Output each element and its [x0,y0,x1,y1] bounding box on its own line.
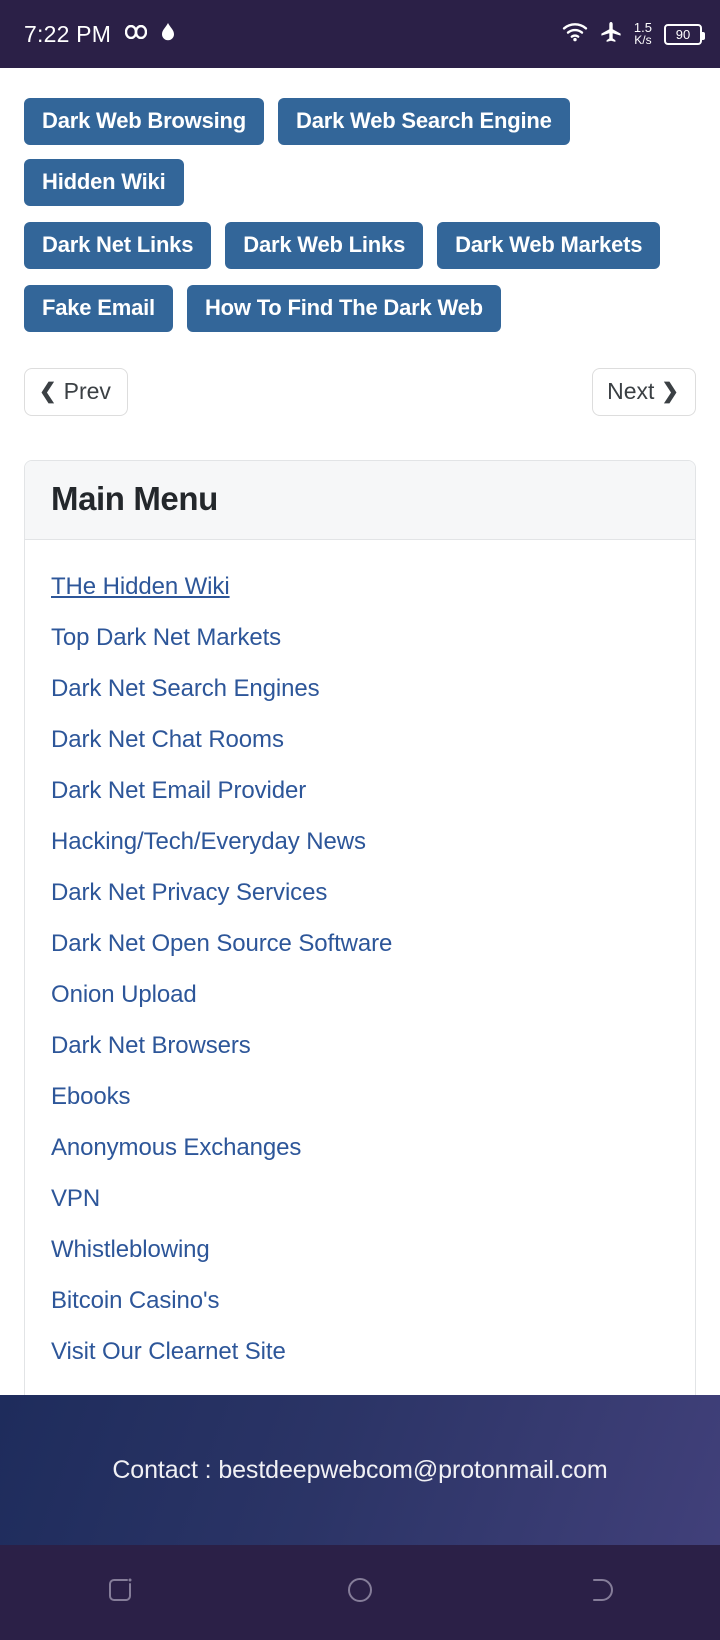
nav-button-row-3: Fake Email How To Find The Dark Web [24,285,696,332]
menu-link-top-dark-net-markets[interactable]: Top Dark Net Markets [51,613,669,664]
nav-button-fake-email[interactable]: Fake Email [24,285,173,332]
nav-button-dark-web-browsing[interactable]: Dark Web Browsing [24,98,265,145]
nav-button-dark-web-markets[interactable]: Dark Web Markets [437,222,661,269]
home-icon [343,1573,377,1612]
status-time: 7:22 PM [24,20,112,47]
nav-button-dark-web-search-engine[interactable]: Dark Web Search Engine [278,98,570,145]
prev-page-label: Prev [63,378,111,404]
main-menu-list: THe Hidden Wiki Top Dark Net Markets Dar… [25,540,695,1404]
menu-link-ebooks[interactable]: Ebooks [51,1072,669,1123]
menu-link-whistleblowing[interactable]: Whistleblowing [51,1225,669,1276]
wifi-icon [562,22,588,47]
network-speed-indicator: 1.5 K/s [633,19,652,47]
nav-button-groups: Dark Web Browsing Dark Web Search Engine… [24,90,696,332]
site-footer: Contact : bestdeepwebcom@protonmail.com [0,1395,720,1545]
next-page-label: Next [607,378,655,404]
battery-indicator: 90 [664,23,705,45]
nav-button-dark-web-links[interactable]: Dark Web Links [225,222,424,269]
nav-button-dark-net-links[interactable]: Dark Net Links [24,222,212,269]
menu-link-onion-upload[interactable]: Onion Upload [51,970,669,1021]
network-speed-value: 1.5 [633,19,652,35]
status-bar: 7:22 PM 1.5 K/s 90 [0,0,720,68]
glasses-icon [124,24,148,44]
battery-level-text: 90 [675,26,691,42]
recent-apps-button[interactable] [0,1545,240,1640]
page-content: Dark Web Browsing Dark Web Search Engine… [0,68,720,1406]
prev-page-button[interactable]: ❮ Prev [24,368,128,416]
contact-text: Contact : bestdeepwebcom@protonmail.com [112,1455,608,1484]
pagination: ❮ Prev Next ❯ [24,368,696,416]
system-navigation-bar [0,1545,720,1640]
nav-button-how-to-find-the-dark-web[interactable]: How To Find The Dark Web [186,285,501,332]
chevron-right-icon: ❯ [661,380,679,403]
menu-link-bitcoin-casinos[interactable]: Bitcoin Casino's [51,1276,669,1327]
page-title: Main Menu [51,480,218,517]
nav-button-hidden-wiki[interactable]: Hidden Wiki [24,159,184,206]
chevron-left-icon: ❮ [39,380,57,403]
main-menu-header: Main Menu [25,461,695,541]
menu-link-dark-net-chat-rooms[interactable]: Dark Net Chat Rooms [51,715,669,766]
menu-link-the-hidden-wiki[interactable]: THe Hidden Wiki [51,562,669,613]
menu-link-dark-net-email-provider[interactable]: Dark Net Email Provider [51,766,669,817]
droplet-icon [161,22,175,47]
back-icon [583,1573,617,1612]
menu-link-vpn[interactable]: VPN [51,1174,669,1225]
nav-button-row-2: Dark Net Links Dark Web Links Dark Web M… [24,222,696,269]
airplane-mode-icon [600,21,622,48]
nav-button-row-1: Dark Web Browsing Dark Web Search Engine… [24,98,696,206]
menu-link-dark-net-browsers[interactable]: Dark Net Browsers [51,1021,669,1072]
back-button[interactable] [480,1545,720,1640]
network-speed-unit: K/s [634,33,652,47]
menu-link-dark-net-privacy-services[interactable]: Dark Net Privacy Services [51,868,669,919]
menu-link-dark-net-search-engines[interactable]: Dark Net Search Engines [51,664,669,715]
menu-link-anonymous-exchanges[interactable]: Anonymous Exchanges [51,1123,669,1174]
status-bar-right: 1.5 K/s 90 [562,19,705,48]
menu-link-visit-our-clearnet-site[interactable]: Visit Our Clearnet Site [51,1327,669,1378]
recent-apps-icon [103,1573,137,1612]
menu-link-dark-net-open-source-software[interactable]: Dark Net Open Source Software [51,919,669,970]
home-button[interactable] [240,1545,480,1640]
main-menu-card: Main Menu THe Hidden Wiki Top Dark Net M… [24,460,696,1406]
menu-link-hacking-tech-everyday-news[interactable]: Hacking/Tech/Everyday News [51,817,669,868]
status-bar-left: 7:22 PM [24,21,175,48]
next-page-button[interactable]: Next ❯ [592,368,696,416]
